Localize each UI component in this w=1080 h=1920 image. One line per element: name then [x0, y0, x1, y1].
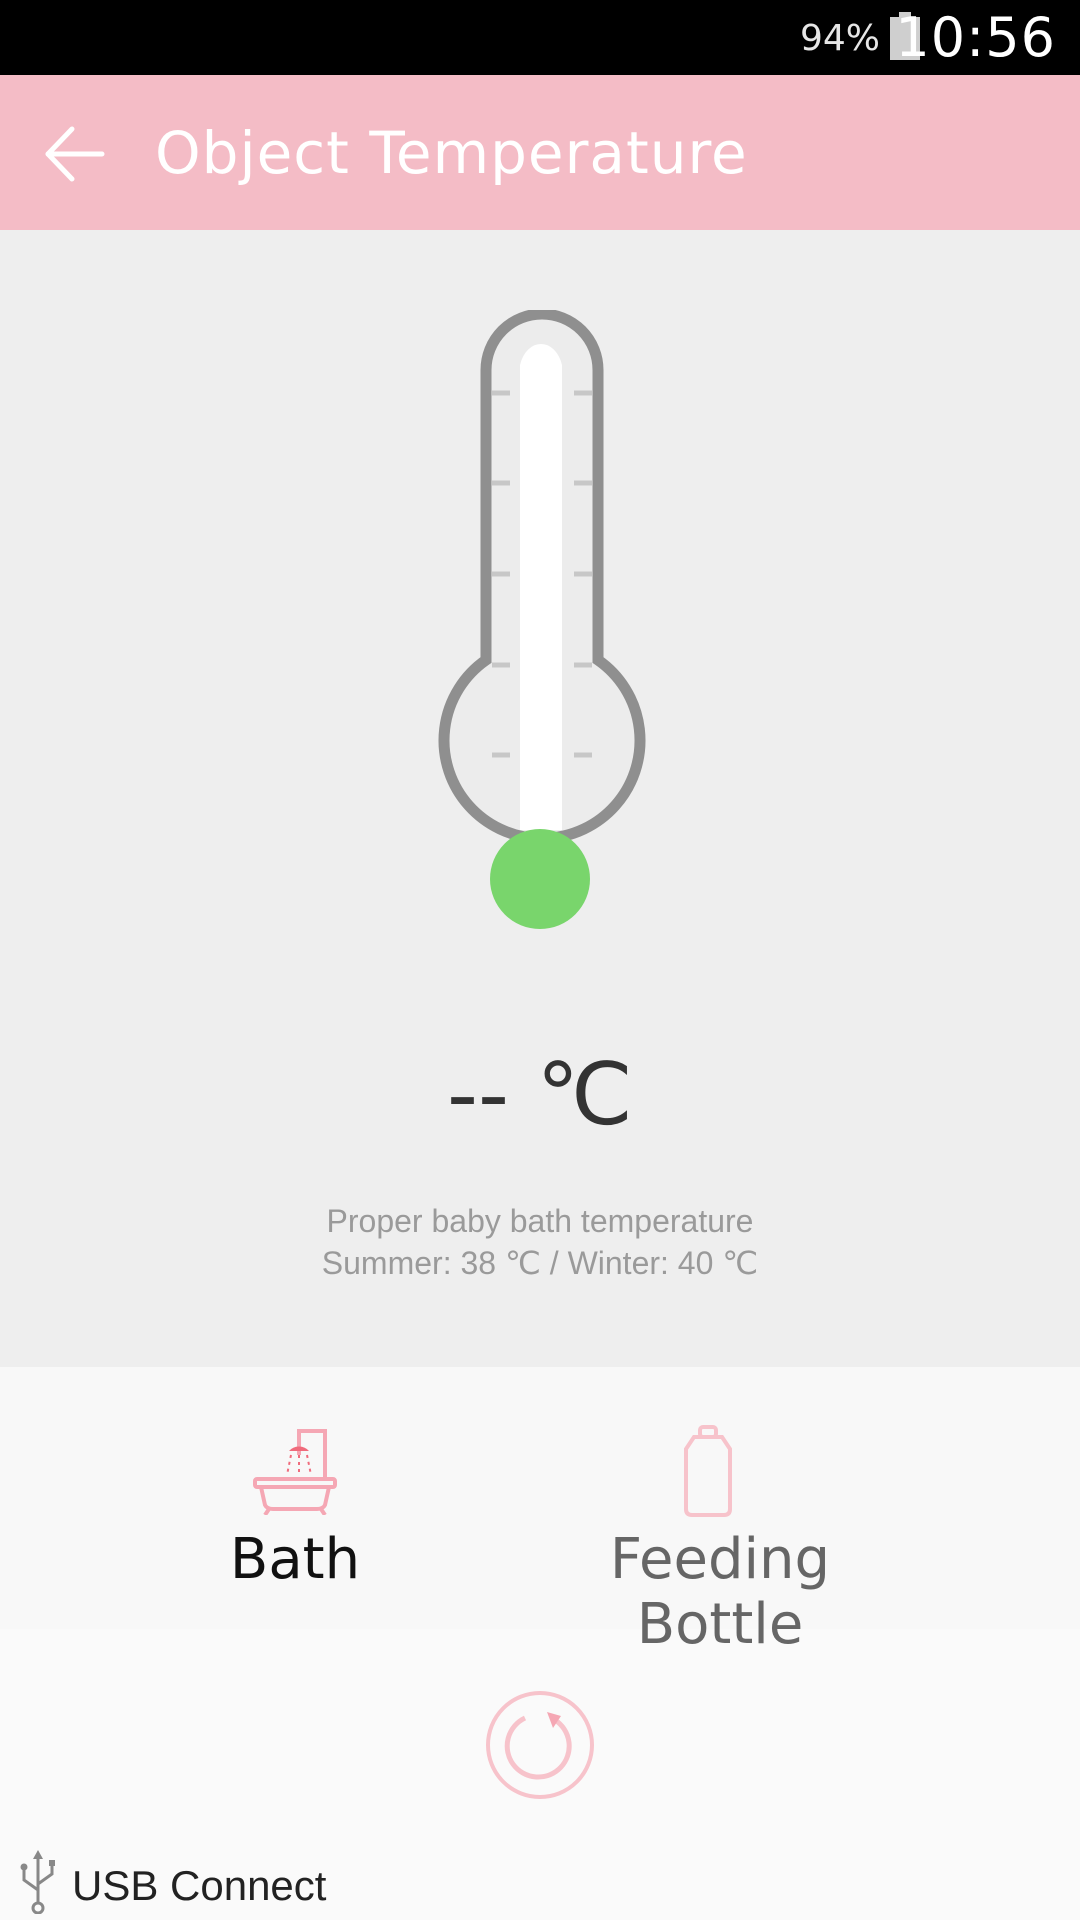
usb-status-label: USB Connect	[72, 1862, 327, 1909]
mode-feeding-bottle-label: Feeding Bottle	[609, 1527, 831, 1657]
battery-percent: 94%	[799, 18, 880, 59]
temperature-display: -- ℃ Proper baby bath temperature Summer…	[0, 230, 1080, 1367]
hint-line-1: Proper baby bath temperature	[326, 1203, 754, 1239]
app-bar: Object Temperature	[0, 75, 1080, 230]
mode-bath-label: Bath	[229, 1527, 361, 1592]
status-bar: 94% 10:56	[0, 0, 1080, 75]
clock: 10:56	[895, 6, 1056, 69]
temperature-reading: -- ℃	[447, 1045, 633, 1145]
bottle-icon	[680, 1425, 736, 1522]
back-button[interactable]	[40, 119, 110, 189]
usb-icon	[18, 1850, 58, 1919]
mode-bath-button[interactable]: Bath	[150, 1367, 440, 1629]
temperature-hint: Proper baby bath temperature Summer: 38 …	[0, 1200, 1080, 1284]
mode-selector: Bath Feeding Bottle	[0, 1367, 1080, 1657]
refresh-icon	[486, 1691, 594, 1799]
arrow-left-icon	[45, 126, 105, 182]
hint-line-2: Summer: 38 ℃ / Winter: 40 ℃	[321, 1245, 759, 1281]
mode-feeding-bottle-button[interactable]: Feeding Bottle	[520, 1367, 920, 1657]
refresh-button[interactable]	[485, 1690, 595, 1800]
page-title: Object Temperature	[155, 119, 748, 187]
thermometer-gauge	[430, 308, 650, 995]
thermometer-bulb	[490, 829, 590, 929]
bathtub-icon	[253, 1425, 337, 1520]
